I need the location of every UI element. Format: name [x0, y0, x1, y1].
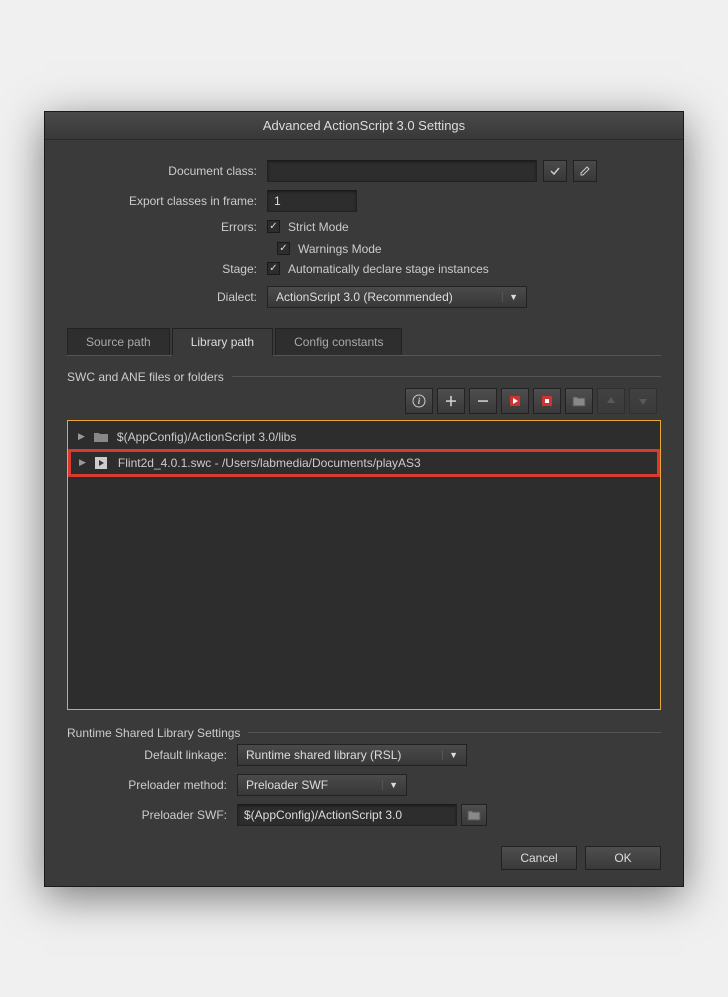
- strict-mode-label: Strict Mode: [288, 220, 349, 234]
- chevron-down-icon: ▼: [382, 780, 398, 790]
- swc-section-header: SWC and ANE files or folders: [67, 370, 224, 384]
- divider: [248, 732, 661, 733]
- stage-label: Stage:: [67, 262, 267, 276]
- divider: [232, 376, 661, 377]
- dialect-select[interactable]: ActionScript 3.0 (Recommended) ▼: [267, 286, 527, 308]
- remove-button[interactable]: －: [469, 388, 497, 414]
- cancel-button[interactable]: Cancel: [501, 846, 577, 870]
- dialog-content: Document class: Export classes in frame:…: [45, 140, 683, 886]
- tab-config-constants[interactable]: Config constants: [275, 328, 402, 355]
- tab-source-path[interactable]: Source path: [67, 328, 170, 355]
- export-frame-label: Export classes in frame:: [67, 194, 267, 208]
- warnings-mode-label: Warnings Mode: [298, 242, 382, 256]
- chevron-down-icon: ▼: [502, 292, 518, 302]
- strict-mode-checkbox[interactable]: ✓: [267, 220, 280, 233]
- list-item-label: Flint2d_4.0.1.swc - /Users/labmedia/Docu…: [118, 456, 421, 470]
- list-item-label: $(AppConfig)/ActionScript 3.0/libs: [117, 430, 296, 444]
- info-button[interactable]: i: [405, 388, 433, 414]
- add-swc-button[interactable]: [501, 388, 529, 414]
- swc-toolbar: i ＋ －: [67, 388, 661, 414]
- warnings-mode-checkbox[interactable]: ✓: [277, 242, 290, 255]
- add-ane-button[interactable]: [533, 388, 561, 414]
- errors-label: Errors:: [67, 220, 267, 234]
- preloader-method-value: Preloader SWF: [246, 778, 328, 792]
- dialect-label: Dialect:: [67, 290, 267, 304]
- export-frame-input[interactable]: [267, 190, 357, 212]
- svg-text:i: i: [418, 396, 421, 406]
- ok-button[interactable]: OK: [585, 846, 661, 870]
- browse-folder-button[interactable]: [565, 388, 593, 414]
- expand-arrow-icon: ▶: [79, 457, 86, 468]
- folder-icon: [93, 431, 109, 443]
- window-title: Advanced ActionScript 3.0 Settings: [45, 112, 683, 140]
- default-linkage-select[interactable]: Runtime shared library (RSL) ▼: [237, 744, 467, 766]
- auto-declare-checkbox[interactable]: ✓: [267, 262, 280, 275]
- move-up-button: [597, 388, 625, 414]
- document-class-label: Document class:: [67, 164, 267, 178]
- default-linkage-value: Runtime shared library (RSL): [246, 748, 401, 762]
- edit-class-button[interactable]: [573, 160, 597, 182]
- swc-file-list[interactable]: ▶ $(AppConfig)/ActionScript 3.0/libs ▶ F…: [67, 420, 661, 710]
- tabs: Source path Library path Config constant…: [67, 328, 661, 356]
- preloader-method-select[interactable]: Preloader SWF ▼: [237, 774, 407, 796]
- runtime-section-header: Runtime Shared Library Settings: [67, 726, 240, 740]
- document-class-input[interactable]: [267, 160, 537, 182]
- preloader-method-label: Preloader method:: [67, 778, 237, 792]
- browse-preloader-button[interactable]: [461, 804, 487, 826]
- swc-file-icon: [94, 456, 110, 470]
- tab-library-path[interactable]: Library path: [172, 328, 273, 356]
- auto-declare-label: Automatically declare stage instances: [288, 262, 489, 276]
- preloader-swf-label: Preloader SWF:: [67, 808, 237, 822]
- settings-dialog: Advanced ActionScript 3.0 Settings Docum…: [44, 111, 684, 887]
- chevron-down-icon: ▼: [442, 750, 458, 760]
- add-button[interactable]: ＋: [437, 388, 465, 414]
- list-item[interactable]: ▶ Flint2d_4.0.1.swc - /Users/labmedia/Do…: [68, 449, 660, 477]
- dialect-value: ActionScript 3.0 (Recommended): [276, 290, 453, 304]
- validate-button[interactable]: [543, 160, 567, 182]
- default-linkage-label: Default linkage:: [67, 748, 237, 762]
- list-item[interactable]: ▶ $(AppConfig)/ActionScript 3.0/libs: [72, 427, 656, 447]
- expand-arrow-icon: ▶: [78, 431, 85, 442]
- move-down-button: [629, 388, 657, 414]
- preloader-swf-input[interactable]: [237, 804, 457, 826]
